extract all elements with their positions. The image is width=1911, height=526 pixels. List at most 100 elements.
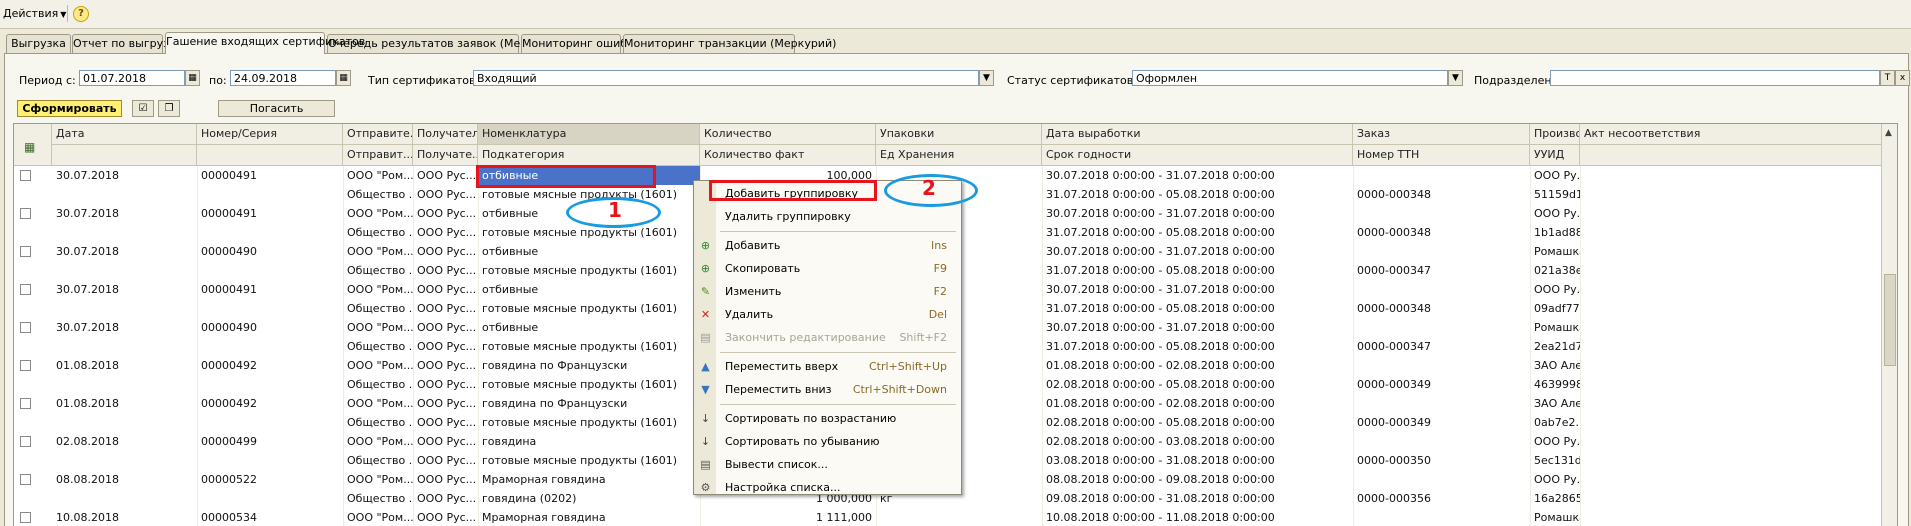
row-producer[interactable]: ООО Ру... [1530,432,1580,451]
row-ttn[interactable]: 0000-000348 [1353,299,1530,318]
row-produced[interactable]: 02.08.2018 0:00:00 - 03.08.2018 0:00:00 [1042,432,1353,451]
chevron-down-icon[interactable]: ▼ [1448,70,1463,86]
redeem-button[interactable]: Погасить [218,100,335,117]
row-uuid[interactable]: 4639998... [1530,375,1580,394]
row-producer[interactable]: ООО Ру... [1530,166,1580,185]
row-uuid[interactable]: 51159d1... [1530,185,1580,204]
row-sender-2[interactable]: Общество ... [343,223,413,242]
col-sender-2-header[interactable]: Отправит... [343,145,413,166]
row-receiver-2[interactable]: ООО Рус... [413,413,478,432]
generate-button[interactable]: Сформировать [17,100,122,117]
row-subcategory[interactable]: готовые мясные продукты (1601) [478,337,700,356]
col-receiver-header[interactable]: Получатель [413,124,478,145]
row-order[interactable] [1353,242,1530,261]
col-blank-header[interactable] [1580,145,1882,166]
row-subcategory[interactable]: готовые мясные продукты (1601) [478,413,700,432]
check-all-icon[interactable]: ☑ [132,100,154,117]
row-producer[interactable]: ЗАО Але... [1530,356,1580,375]
tab-transaction-monitoring[interactable]: Мониторинг транзакции (Меркурий) [623,34,836,53]
row-produced[interactable]: 30.07.2018 0:00:00 - 31.07.2018 0:00:00 [1042,204,1353,223]
row-number[interactable]: 00000491 [197,166,343,185]
row-receiver[interactable]: ООО Рус... [413,432,478,451]
col-blank-header[interactable] [52,145,197,166]
col-nomenclature-header[interactable]: Номенклатура [478,124,700,145]
row-order[interactable] [1353,166,1530,185]
row-number[interactable]: 00000492 [197,394,343,413]
row-order[interactable] [1353,204,1530,223]
actions-menu[interactable]: Действия ▼ [3,7,66,20]
row-sender-2[interactable]: Общество ... [343,337,413,356]
tab-error-monitoring[interactable]: Мониторинг ошибок [521,34,640,53]
row-expiry[interactable]: 02.08.2018 0:00:00 - 05.08.2018 0:00:00 [1042,375,1353,394]
row-nomenclature[interactable]: Мраморная говядина [478,470,700,489]
cert-type-select[interactable]: Входящий [473,70,979,86]
row-producer[interactable]: ЗАО Але... [1530,394,1580,413]
col-quantity-header[interactable]: Количество [700,124,876,145]
row-subcategory[interactable]: говядина (0202) [478,489,700,508]
menu-item-12[interactable]: ↓ Сортировать по возрастанию [694,408,961,429]
select-field-button[interactable]: x [1895,70,1910,86]
row-sender[interactable]: ООО "Ром... [343,432,413,451]
row-checkbox[interactable] [20,360,31,371]
row-sender[interactable]: ООО "Ром... [343,204,413,223]
row-receiver-2[interactable]: ООО Рус... [413,489,478,508]
row-nomenclature[interactable]: говядина по Французски [478,394,700,413]
scroll-up-icon[interactable]: ▲ [1885,128,1892,138]
row-uuid[interactable]: 1b1ad88... [1530,223,1580,242]
row-sender[interactable]: ООО "Ром... [343,280,413,299]
row-producer[interactable]: Ромашка [1530,318,1580,337]
row-produced[interactable]: 30.07.2018 0:00:00 - 31.07.2018 0:00:00 [1042,280,1353,299]
row-expiry[interactable]: 31.07.2018 0:00:00 - 05.08.2018 0:00:00 [1042,337,1353,356]
row-receiver-2[interactable]: ООО Рус... [413,299,478,318]
row-produced[interactable]: 01.08.2018 0:00:00 - 02.08.2018 0:00:00 [1042,356,1353,375]
menu-item-14[interactable]: ▤ Вывести список... [694,454,961,475]
row-number[interactable]: 00000492 [197,356,343,375]
row-producer[interactable]: ООО Ру... [1530,204,1580,223]
col-date-header[interactable]: Дата [52,124,197,145]
row-expiry[interactable]: 31.07.2018 0:00:00 - 05.08.2018 0:00:00 [1042,223,1353,242]
row-order[interactable] [1353,356,1530,375]
row-ttn[interactable]: 0000-000350 [1353,451,1530,470]
row-receiver[interactable]: ООО Рус... [413,394,478,413]
row-receiver-2[interactable]: ООО Рус... [413,185,478,204]
row-date[interactable]: 30.07.2018 [52,166,197,185]
col-sender-header[interactable]: Отправите... [343,124,413,145]
menu-item-4[interactable]: ⊕ Скопировать F9 [694,258,961,279]
row-uuid[interactable]: 5ec131d... [1530,451,1580,470]
row-receiver-2[interactable]: ООО Рус... [413,223,478,242]
row-subcategory[interactable]: готовые мясные продукты (1601) [478,375,700,394]
tab-export[interactable]: Выгрузка [6,34,71,53]
row-receiver[interactable]: ООО Рус... [413,166,478,185]
row-sender[interactable]: ООО "Ром... [343,470,413,489]
row-order[interactable] [1353,432,1530,451]
row-produced[interactable]: 01.08.2018 0:00:00 - 02.08.2018 0:00:00 [1042,394,1353,413]
row-number[interactable]: 00000499 [197,432,343,451]
row-date[interactable]: 08.08.2018 [52,470,197,489]
tab-cert-redemption[interactable]: Гашение входящих сертификатов [165,32,365,54]
row-produced[interactable]: 30.07.2018 0:00:00 - 31.07.2018 0:00:00 [1042,242,1353,261]
menu-item-15[interactable]: ⚙ Настройка списка... [694,477,961,498]
menu-item-3[interactable]: ⊕ Добавить Ins [694,235,961,256]
col-produced-header[interactable]: Дата выработки [1042,124,1353,145]
row-order[interactable] [1353,508,1530,526]
period-from-input[interactable]: 01.07.2018 [79,70,185,86]
row-sender-2[interactable]: Общество ... [343,185,413,204]
row-sender[interactable]: ООО "Ром... [343,166,413,185]
row-number[interactable]: 00000522 [197,470,343,489]
row-expiry[interactable]: 09.08.2018 0:00:00 - 31.08.2018 0:00:00 [1042,489,1353,508]
col-blank-header[interactable] [197,145,343,166]
row-checkbox[interactable] [20,322,31,333]
row-ttn[interactable]: 0000-000347 [1353,261,1530,280]
row-ttn[interactable]: 0000-000356 [1353,489,1530,508]
row-subcategory[interactable]: готовые мясные продукты (1601) [478,299,700,318]
row-checkbox[interactable] [20,512,31,523]
uncheck-all-icon[interactable]: ❐ [158,100,180,117]
col-quantity-fact-header[interactable]: Количество факт [700,145,876,166]
row-receiver[interactable]: ООО Рус... [413,470,478,489]
row-producer[interactable]: Ромашка [1530,508,1580,526]
menu-item-1[interactable]: Удалить группировку [694,206,961,227]
row-order[interactable] [1353,470,1530,489]
row-receiver[interactable]: ООО Рус... [413,508,478,526]
row-uuid[interactable]: 16a2865... [1530,489,1580,508]
chevron-down-icon[interactable]: ▼ [979,70,994,86]
